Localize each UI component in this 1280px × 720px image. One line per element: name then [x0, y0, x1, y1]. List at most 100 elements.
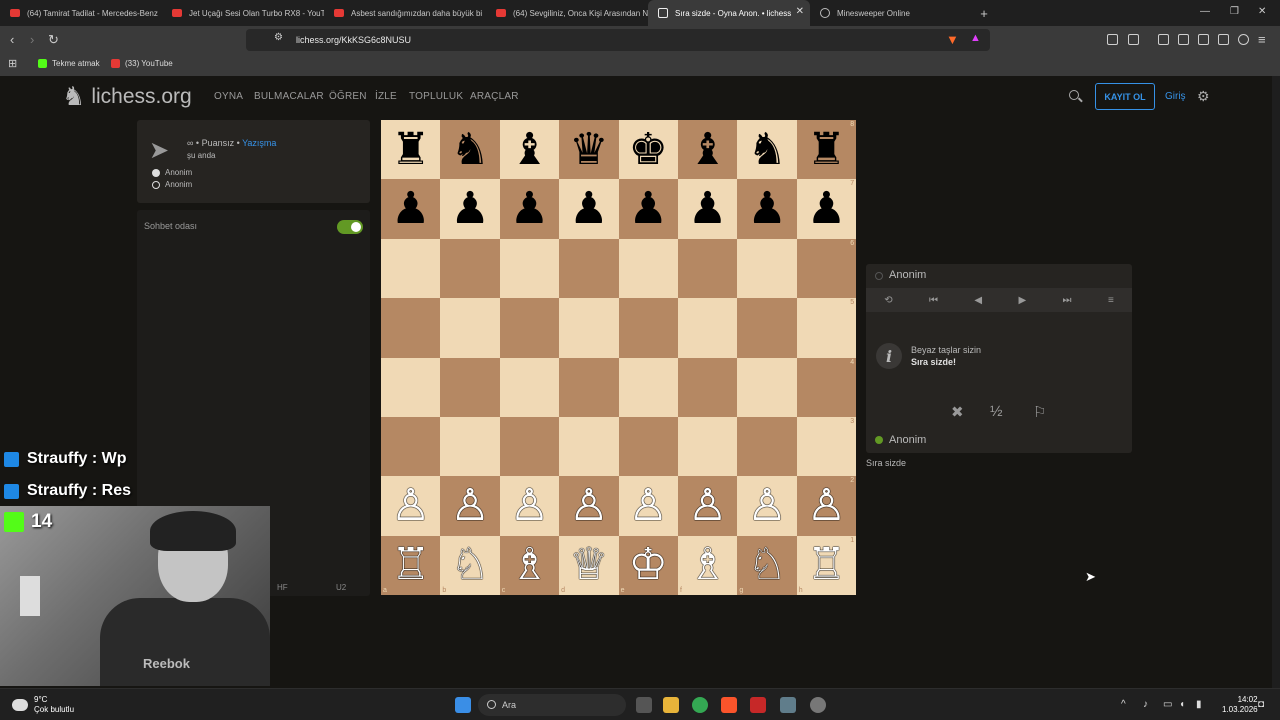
- square-e2[interactable]: ♙: [618, 476, 678, 536]
- microphone-icon[interactable]: ♪: [1143, 699, 1148, 710]
- browser-tab-1[interactable]: Jet Uçağı Sesi Olan Turbo RX8 - YouT: [162, 0, 324, 26]
- square-f8[interactable]: ♝: [677, 120, 738, 180]
- square-h6[interactable]: 6: [796, 238, 857, 299]
- next-move-icon[interactable]: ▶: [1018, 295, 1026, 306]
- extensions-icon[interactable]: [1107, 34, 1118, 45]
- chess-piece[interactable]: ♞: [450, 127, 489, 172]
- battery-icon[interactable]: ▮: [1196, 699, 1202, 710]
- square-h8[interactable]: ♜ 8: [796, 120, 857, 180]
- chess-piece[interactable]: ♙: [747, 484, 786, 528]
- chess-piece[interactable]: ♙: [391, 484, 430, 528]
- taskbar-search[interactable]: Ara: [478, 694, 626, 716]
- square-e6[interactable]: [618, 238, 678, 299]
- square-e7[interactable]: ♟: [618, 179, 678, 239]
- brave-icon[interactable]: [721, 697, 737, 713]
- login-link[interactable]: Giriş: [1165, 91, 1186, 102]
- chessboard[interactable]: ♜ ♞ ♝ ♛ ♚ ♝ ♞ ♜ 8 ♟ ♟ ♟ ♟ ♟ ♟ ♟ ♟ 7 6 5 4 3 ♙ ♙ ♙ ♙ ♙ ♙ ♙ ♙ 2 ♖ a ♘ b ♗ c ♕ d ♔…: [381, 120, 857, 596]
- chess-piece[interactable]: ♝: [510, 127, 549, 172]
- square-f2[interactable]: ♙: [677, 476, 738, 536]
- chess-piece[interactable]: ♟: [807, 187, 846, 231]
- steam-icon[interactable]: [780, 697, 796, 713]
- square-a8[interactable]: ♜: [381, 120, 441, 180]
- weather-widget[interactable]: 9°C Çok bulutlu: [12, 695, 74, 715]
- square-d3[interactable]: [559, 416, 619, 477]
- wallet-icon[interactable]: [1128, 34, 1139, 45]
- square-b5[interactable]: [440, 298, 500, 358]
- browser-tab-3[interactable]: (64) Sevgiliniz, Onca Kişi Arasından N: [486, 0, 648, 26]
- app-icon[interactable]: [750, 697, 766, 713]
- square-c8[interactable]: ♝: [499, 120, 560, 180]
- brave-rewards-icon[interactable]: ▲: [970, 32, 981, 44]
- task-view-icon[interactable]: [636, 697, 652, 713]
- square-g4[interactable]: [737, 357, 797, 417]
- square-g7[interactable]: ♟: [737, 179, 797, 239]
- square-a5[interactable]: [381, 298, 441, 358]
- volume-icon[interactable]: ◖: [1179, 699, 1185, 710]
- game-type-link[interactable]: Yazışma: [242, 138, 276, 148]
- square-a4[interactable]: [381, 357, 441, 417]
- close-tab-icon[interactable]: ✕: [796, 6, 804, 17]
- chess-piece[interactable]: ♟: [629, 187, 668, 231]
- chess-piece[interactable]: ♟: [569, 187, 608, 231]
- square-e3[interactable]: [618, 416, 678, 477]
- menu-icon[interactable]: ≡: [1258, 32, 1266, 47]
- reload-icon[interactable]: ↻: [48, 32, 59, 48]
- chess-piece[interactable]: ♖: [391, 543, 430, 587]
- chat-tab-u2[interactable]: U2: [336, 583, 346, 592]
- chess-piece[interactable]: ♙: [450, 484, 489, 528]
- nav-tools[interactable]: ARAÇLAR: [470, 91, 519, 102]
- square-d7[interactable]: ♟: [559, 179, 619, 239]
- square-f3[interactable]: [677, 416, 738, 477]
- chess-piece[interactable]: ♛: [569, 127, 608, 172]
- nav-watch[interactable]: İZLE: [375, 91, 397, 102]
- maximize-icon[interactable]: ❐: [1230, 6, 1239, 17]
- chess-piece[interactable]: ♟: [450, 187, 489, 231]
- square-g8[interactable]: ♞: [737, 120, 797, 180]
- square-b2[interactable]: ♙: [440, 476, 500, 536]
- site-info-icon[interactable]: ⚙: [274, 32, 283, 43]
- square-a7[interactable]: ♟: [381, 179, 441, 239]
- square-g6[interactable]: [737, 238, 797, 299]
- offer-draw-button[interactable]: ½: [990, 403, 1003, 420]
- chess-piece[interactable]: ♟: [391, 187, 430, 231]
- new-tab-button[interactable]: +: [972, 6, 996, 21]
- sidebar-icon[interactable]: [1178, 34, 1189, 45]
- nav-community[interactable]: TOPLULUK: [409, 91, 463, 102]
- url-field[interactable]: lichess.org/KkKSG6c8NUSU: [246, 29, 990, 51]
- taskbar-clock[interactable]: 14:02 1.03.2026: [1222, 695, 1258, 715]
- tray-expand-icon[interactable]: ^: [1121, 699, 1126, 710]
- first-move-icon[interactable]: ⏮: [929, 295, 938, 306]
- square-a6[interactable]: [381, 238, 441, 299]
- square-f1[interactable]: ♗ f: [677, 535, 738, 596]
- bookmark-kick[interactable]: Tekme atmak: [38, 59, 100, 68]
- square-h4[interactable]: 4: [796, 357, 857, 417]
- brave-shield-icon[interactable]: ▼: [946, 32, 959, 47]
- signup-button[interactable]: KAYIT OL: [1095, 83, 1155, 110]
- chess-piece[interactable]: ♜: [391, 127, 430, 172]
- nav-puzzles[interactable]: BULMACALAR: [254, 91, 324, 102]
- chat-toggle[interactable]: [337, 220, 363, 234]
- chess-piece[interactable]: ♟: [510, 187, 549, 231]
- square-h7[interactable]: ♟ 7: [796, 179, 857, 239]
- square-e5[interactable]: [618, 298, 678, 358]
- square-d6[interactable]: [559, 238, 619, 299]
- square-g5[interactable]: [737, 298, 797, 358]
- square-a1[interactable]: ♖ a: [381, 535, 441, 596]
- chess-piece[interactable]: ♗: [688, 543, 727, 587]
- chess-piece[interactable]: ♕: [569, 543, 608, 587]
- chess-piece[interactable]: ♟: [688, 187, 727, 231]
- square-d8[interactable]: ♛: [559, 120, 619, 180]
- square-d5[interactable]: [559, 298, 619, 358]
- square-h1[interactable]: ♖ 1 h: [796, 535, 857, 596]
- chess-piece[interactable]: ♝: [688, 127, 727, 172]
- square-f7[interactable]: ♟: [677, 179, 738, 239]
- square-c2[interactable]: ♙: [499, 476, 560, 536]
- square-e1[interactable]: ♔ e: [618, 535, 678, 596]
- hamburger-menu-icon[interactable]: ≡: [1108, 295, 1114, 306]
- square-g1[interactable]: ♘ g: [737, 535, 797, 596]
- close-window-icon[interactable]: ✕: [1258, 6, 1266, 17]
- media-icon[interactable]: [1158, 34, 1169, 45]
- nav-play[interactable]: OYNA: [214, 91, 243, 102]
- chess-piece[interactable]: ♚: [629, 127, 668, 172]
- chess-piece[interactable]: ♟: [747, 187, 786, 231]
